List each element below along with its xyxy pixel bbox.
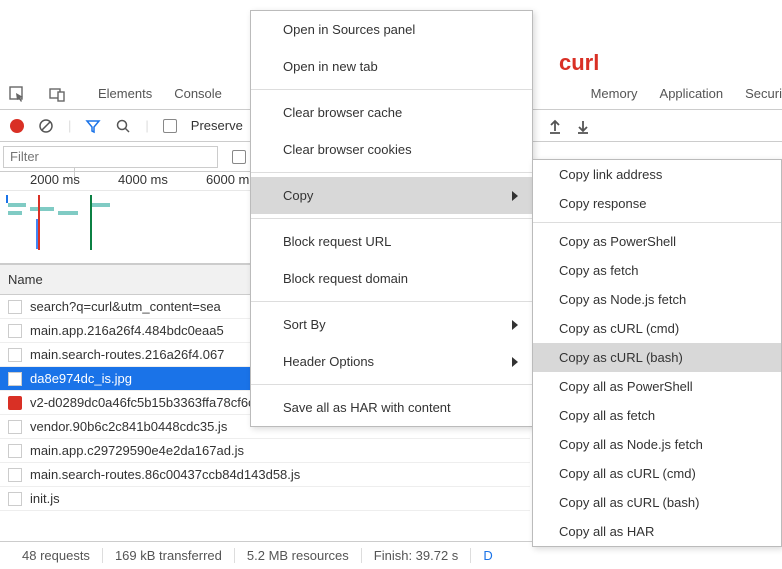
file-icon — [8, 300, 22, 314]
curl-heading: curl — [559, 50, 599, 76]
submenu-label: Copy as PowerShell — [559, 234, 676, 249]
file-icon — [8, 420, 22, 434]
device-toggle-icon[interactable] — [48, 85, 66, 103]
request-name: init.js — [30, 491, 60, 506]
menu-item[interactable]: Save all as HAR with content — [251, 389, 532, 426]
file-icon — [8, 324, 22, 338]
tab-elements[interactable]: Elements — [98, 78, 152, 109]
tab-application[interactable]: Application — [660, 78, 724, 109]
file-icon — [8, 348, 22, 362]
request-name: main.app.216a26f4.484bdc0eaa5 — [30, 323, 224, 338]
request-row[interactable]: init.js — [0, 487, 530, 511]
filter-input[interactable] — [3, 146, 218, 168]
menu-item[interactable]: Clear browser cookies — [251, 131, 532, 168]
tick-label: 2000 ms — [30, 172, 80, 187]
submenu-label: Copy all as HAR — [559, 524, 654, 539]
submenu-item[interactable]: Copy as PowerShell — [533, 227, 781, 256]
tab-console[interactable]: Console — [174, 78, 222, 109]
menu-item[interactable]: Block request URL — [251, 223, 532, 260]
tick-label: 4000 ms — [118, 172, 168, 187]
menu-item[interactable]: Header Options — [251, 343, 532, 380]
preserve-label: Preserve — [191, 118, 243, 133]
menu-item[interactable]: Open in Sources panel — [251, 11, 532, 48]
submenu-label: Copy response — [559, 196, 646, 211]
request-name: main.search-routes.216a26f4.067 — [30, 347, 224, 362]
submenu-item[interactable]: Copy all as fetch — [533, 401, 781, 430]
submenu-item[interactable]: Copy response — [533, 189, 781, 218]
submenu-item[interactable]: Copy all as PowerShell — [533, 372, 781, 401]
menu-label: Block request domain — [283, 271, 408, 286]
tick-label: 6000 m — [206, 172, 249, 187]
copy-submenu: Copy link address Copy response Copy as Po… — [532, 159, 782, 547]
file-icon — [8, 444, 22, 458]
submenu-label: Copy as Node.js fetch — [559, 292, 686, 307]
submenu-item[interactable]: Copy as fetch — [533, 256, 781, 285]
menu-label: Save all as HAR with content — [283, 400, 451, 415]
request-name: search?q=curl&utm_content=sea — [30, 299, 221, 314]
status-finish: Finish: 39.72 s — [362, 548, 472, 563]
tab-memory[interactable]: Memory — [591, 78, 638, 109]
download-icon[interactable] — [575, 118, 591, 137]
menu-label: Open in Sources panel — [283, 22, 415, 37]
import-export-group — [547, 118, 591, 137]
clear-icon[interactable] — [38, 118, 54, 134]
menu-item[interactable]: Open in new tab — [251, 48, 532, 85]
context-menu: Open in Sources panel Open in new tab Clea… — [250, 10, 533, 427]
inspect-icon[interactable] — [8, 85, 26, 103]
submenu-label: Copy as cURL (bash) — [559, 350, 683, 365]
menu-item[interactable]: Block request domain — [251, 260, 532, 297]
status-resources: 5.2 MB resources — [235, 548, 362, 563]
submenu-label: Copy as fetch — [559, 263, 639, 278]
submenu-label: Copy all as cURL (cmd) — [559, 466, 696, 481]
menu-label: Clear browser cookies — [283, 142, 412, 157]
search-icon[interactable] — [115, 118, 131, 134]
request-name: v2-d0289dc0a46fc5b15b3363ffa78cf6c7.png — [30, 395, 287, 410]
menu-label: Copy — [283, 188, 313, 203]
submenu-label: Copy all as fetch — [559, 408, 655, 423]
submenu-arrow-icon — [512, 320, 518, 330]
menu-label: Block request URL — [283, 234, 391, 249]
submenu-arrow-icon — [512, 191, 518, 201]
image-icon — [8, 396, 22, 410]
submenu-item[interactable]: Copy as Node.js fetch — [533, 285, 781, 314]
status-dom: D — [471, 548, 504, 563]
menu-item[interactable]: Copy — [251, 177, 532, 214]
preserve-checkbox[interactable] — [163, 119, 177, 133]
submenu-label: Copy all as PowerShell — [559, 379, 693, 394]
submenu-arrow-icon — [512, 357, 518, 367]
menu-label: Open in new tab — [283, 59, 378, 74]
file-icon — [8, 468, 22, 482]
submenu-item[interactable]: Copy link address — [533, 160, 781, 189]
menu-item[interactable]: Clear browser cache — [251, 94, 532, 131]
submenu-item[interactable]: Copy all as HAR — [533, 517, 781, 546]
submenu-item[interactable]: Copy all as cURL (bash) — [533, 488, 781, 517]
submenu-label: Copy link address — [559, 167, 662, 182]
menu-label: Clear browser cache — [283, 105, 402, 120]
menu-label: Header Options — [283, 354, 374, 369]
submenu-label: Copy as cURL (cmd) — [559, 321, 679, 336]
submenu-label: Copy all as Node.js fetch — [559, 437, 703, 452]
upload-icon[interactable] — [547, 118, 563, 137]
submenu-label: Copy all as cURL (bash) — [559, 495, 699, 510]
request-name: main.search-routes.86c00437ccb84d143d58.… — [30, 467, 300, 482]
submenu-item[interactable]: Copy as cURL (bash) — [533, 343, 781, 372]
request-row[interactable]: main.search-routes.86c00437ccb84d143d58.… — [0, 463, 530, 487]
submenu-item[interactable]: Copy all as Node.js fetch — [533, 430, 781, 459]
request-name: vendor.90b6c2c841b0448cdc35.js — [30, 419, 227, 434]
file-icon — [8, 372, 22, 386]
submenu-item[interactable]: Copy all as cURL (cmd) — [533, 459, 781, 488]
menu-item[interactable]: Sort By — [251, 306, 532, 343]
request-name: da8e974dc_is.jpg — [30, 371, 132, 386]
filter-icon[interactable] — [85, 118, 101, 134]
invert-checkbox[interactable] — [232, 150, 246, 164]
menu-label: Sort By — [283, 317, 326, 332]
record-button[interactable] — [10, 119, 24, 133]
status-requests: 48 requests — [10, 548, 103, 563]
file-icon — [8, 492, 22, 506]
request-name: main.app.c29729590e4e2da167ad.js — [30, 443, 244, 458]
request-row[interactable]: main.app.c29729590e4e2da167ad.js — [0, 439, 530, 463]
submenu-item[interactable]: Copy as cURL (cmd) — [533, 314, 781, 343]
tab-security[interactable]: Securi — [745, 78, 782, 109]
status-transferred: 169 kB transferred — [103, 548, 235, 563]
